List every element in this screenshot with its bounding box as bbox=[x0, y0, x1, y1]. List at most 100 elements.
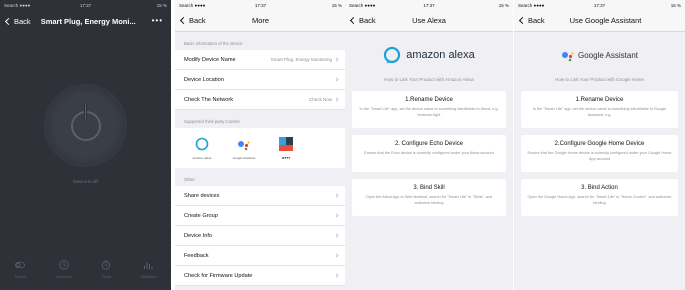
modify-device-name-row[interactable]: Modify Device Name Smart Plug, Energy Mo… bbox=[175, 50, 346, 70]
back-button[interactable]: Back bbox=[514, 16, 545, 25]
schedule-button[interactable]: Schedule bbox=[55, 260, 72, 279]
status-time: 17:37 bbox=[593, 2, 606, 8]
chevron-right-icon bbox=[334, 193, 339, 198]
status-time: 17:37 bbox=[79, 2, 92, 8]
chevron-left-icon bbox=[4, 17, 13, 25]
ifttt-icon bbox=[279, 136, 293, 151]
chevron-left-icon bbox=[518, 16, 527, 25]
firmware-update-row[interactable]: Check for Firmware Update bbox=[175, 266, 346, 286]
row-label: Check for Firmware Update bbox=[184, 272, 253, 279]
google-assistant-icon bbox=[238, 140, 250, 150]
row-label: Device Location bbox=[184, 76, 224, 83]
section-header-third-party: Supported third-party Control bbox=[184, 119, 240, 124]
step-title: 1.Rename Device bbox=[575, 97, 624, 103]
back-label: Back bbox=[528, 16, 545, 25]
use-google-assistant-screen: Search ●●●● 17:37 15 % Back Use Google A… bbox=[514, 0, 685, 290]
page-title: Use Google Assistant bbox=[569, 16, 642, 25]
bottom-toolbar: Switch Schedule Timer Statistics bbox=[0, 250, 171, 290]
step-title: 2. Configure Echo Device bbox=[394, 141, 464, 147]
step-text: Open the Alexa App or Web terminal, sear… bbox=[365, 195, 493, 205]
status-bar: Search ●●●● 17:37 15 % bbox=[0, 0, 171, 10]
device-location-row[interactable]: Device Location bbox=[175, 70, 346, 90]
third-party-label: IFTTT bbox=[281, 155, 291, 160]
third-party-google[interactable]: Google Assistant bbox=[231, 137, 257, 160]
check-network-row[interactable]: Check The Network Check Now bbox=[175, 90, 346, 110]
chevron-right-icon bbox=[334, 97, 339, 102]
row-label: Create Group bbox=[184, 212, 218, 219]
timer-button[interactable]: Timer bbox=[101, 260, 111, 279]
statistics-icon bbox=[144, 262, 153, 269]
status-bar: Search ●●●● 17:37 15 % bbox=[175, 0, 346, 10]
section-header-basic: Basic information of the device bbox=[184, 41, 243, 46]
row-value: Smart Plug, Energy Monitoring bbox=[270, 57, 332, 62]
device-status-text: Device is off bbox=[73, 179, 98, 184]
schedule-icon bbox=[59, 260, 69, 270]
switch-icon bbox=[15, 262, 26, 268]
switch-button[interactable]: Switch bbox=[14, 260, 27, 279]
third-party-ifttt[interactable]: IFTTT bbox=[273, 136, 299, 160]
more-button[interactable]: ••• bbox=[152, 16, 163, 25]
nav-bar: Back More bbox=[175, 10, 346, 32]
howto-text: How to Link Your Product with Google Hom… bbox=[555, 77, 644, 82]
back-button[interactable]: Back bbox=[0, 17, 31, 26]
amazon-alexa-icon bbox=[384, 46, 401, 64]
back-button[interactable]: Back bbox=[175, 16, 206, 25]
brand-name: Google Assistant bbox=[577, 50, 639, 60]
step-card: 1.Rename Device In the "Smart Life" app,… bbox=[352, 91, 506, 128]
step-title: 3. Bind Action bbox=[581, 185, 618, 191]
chevron-left-icon bbox=[179, 16, 188, 25]
step-title: 2.Configure Google Home Device bbox=[554, 141, 645, 147]
brand-name: amazon alexa bbox=[406, 49, 475, 61]
row-label: Check The Network bbox=[184, 96, 234, 103]
step-text: Ensure that the Echo device is correctly… bbox=[364, 151, 494, 155]
chevron-left-icon bbox=[349, 16, 358, 25]
step-card: 2.Configure Google Home Device Ensure th… bbox=[521, 135, 678, 172]
step-card: 3. Bind Skill Open the Alexa App or Web … bbox=[352, 179, 506, 216]
step-card: 2. Configure Echo Device Ensure that the… bbox=[352, 135, 506, 172]
status-time: 17:37 bbox=[254, 2, 267, 8]
amazon-alexa-icon bbox=[195, 137, 209, 150]
row-label: Device Info bbox=[184, 232, 212, 239]
chevron-right-icon bbox=[334, 57, 339, 62]
back-label: Back bbox=[359, 16, 376, 25]
third-party-row: amazon alexa Google Assistant IFTTT bbox=[175, 128, 346, 168]
row-label: Modify Device Name bbox=[184, 56, 236, 63]
statistics-button[interactable]: Statistics bbox=[140, 260, 156, 279]
timer-icon bbox=[102, 260, 111, 270]
status-bar: Search ●●●● 17:37 15 % bbox=[345, 0, 513, 10]
nav-bar: Back Smart Plug, Energy Moni... ••• bbox=[0, 10, 171, 32]
schedule-label: Schedule bbox=[55, 274, 73, 279]
nav-bar: Back Use Alexa bbox=[345, 10, 513, 32]
switch-label: Switch bbox=[14, 274, 27, 279]
alexa-brand: amazon alexa bbox=[345, 33, 513, 77]
create-group-row[interactable]: Create Group bbox=[175, 206, 346, 226]
back-button[interactable]: Back bbox=[345, 16, 376, 25]
step-text: Ensure that the Google Home device is co… bbox=[527, 151, 672, 161]
power-icon-line bbox=[84, 104, 87, 119]
statistics-label: Statistics bbox=[140, 274, 157, 279]
feedback-row[interactable]: Feedback bbox=[175, 246, 346, 266]
step-text: Open the Google Home App, search for "Sm… bbox=[527, 195, 672, 205]
row-value: Check Now bbox=[308, 97, 332, 102]
step-title: 3. Bind Skill bbox=[413, 185, 445, 191]
third-party-label: amazon alexa bbox=[192, 155, 212, 160]
chevron-right-icon bbox=[334, 77, 339, 82]
row-label: Share devices bbox=[184, 192, 220, 199]
google-brand: Google Assistant bbox=[514, 33, 685, 77]
device-info-row[interactable]: Device Info bbox=[175, 226, 346, 246]
google-assistant-icon bbox=[561, 52, 574, 62]
back-label: Back bbox=[14, 16, 31, 26]
back-label: Back bbox=[189, 16, 206, 25]
use-alexa-screen: Search ●●●● 17:37 15 % Back Use Alexa am… bbox=[345, 0, 513, 290]
page-title: Smart Plug, Energy Moni... bbox=[40, 16, 136, 26]
step-text: In the "Smart Life" app, set the device … bbox=[532, 107, 667, 117]
nav-bar: Back Use Google Assistant bbox=[514, 10, 685, 32]
chevron-right-icon bbox=[334, 213, 339, 218]
more-screen: Search ●●●● 17:37 15 % Back More Basic i… bbox=[175, 0, 346, 290]
howto-text: How to Link Your Product with Amazon Ale… bbox=[384, 77, 474, 82]
status-time: 17:37 bbox=[423, 2, 435, 8]
step-title: 1.Rename Device bbox=[405, 97, 453, 103]
chevron-right-icon bbox=[334, 233, 339, 238]
share-devices-row[interactable]: Share devices bbox=[175, 186, 346, 206]
third-party-alexa[interactable]: amazon alexa bbox=[189, 137, 215, 160]
